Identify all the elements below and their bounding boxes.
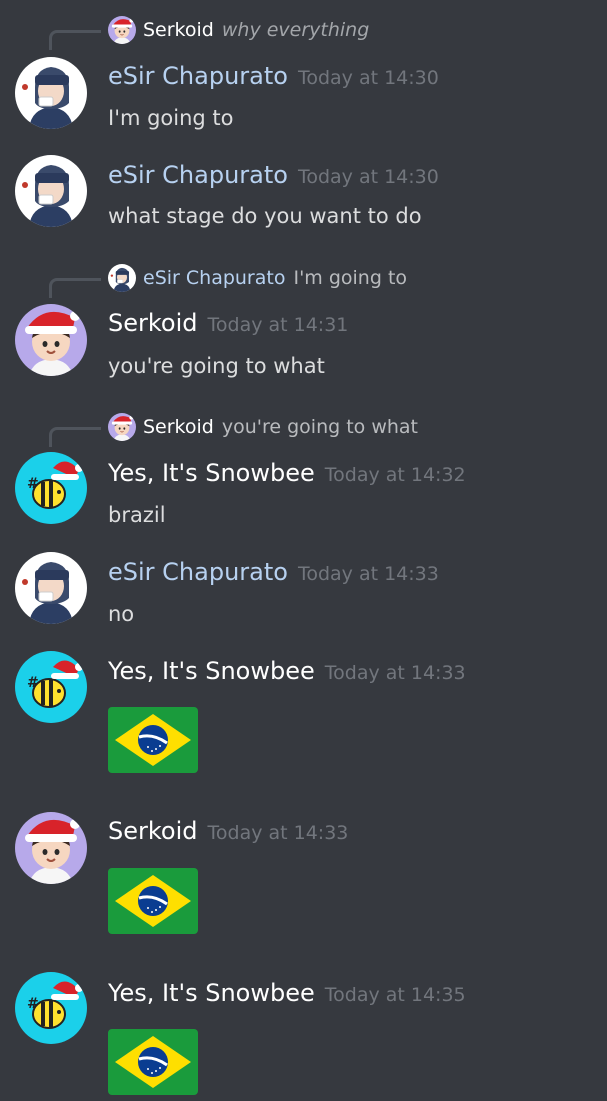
message-header: eSir Chapurato Today at 14:30 (108, 62, 439, 90)
timestamp[interactable]: Today at 14:30 (298, 67, 439, 89)
esir-avatar-icon[interactable] (15, 155, 87, 227)
message-header: Yes, It's Snowbee Today at 14:35 (108, 979, 466, 1007)
timestamp[interactable]: Today at 14:32 (325, 464, 466, 486)
reply-author[interactable]: eSir Chapurato (143, 267, 285, 289)
message-content: you're going to what (108, 354, 325, 378)
serkoid-avatar-icon[interactable] (15, 812, 87, 884)
author-name[interactable]: Yes, It's Snowbee (108, 459, 315, 487)
timestamp[interactable]: Today at 14:35 (325, 984, 466, 1006)
esir-avatar-icon[interactable] (15, 57, 87, 129)
timestamp[interactable]: Today at 14:31 (208, 314, 349, 336)
message-content: brazil (108, 503, 166, 527)
esir-avatar-icon[interactable] (108, 264, 136, 292)
message-header: Yes, It's Snowbee Today at 14:33 (108, 657, 466, 685)
reply-spine (49, 427, 101, 447)
serkoid-avatar-icon[interactable] (108, 413, 136, 441)
reply-author[interactable]: Serkoid (143, 416, 214, 438)
author-name[interactable]: Yes, It's Snowbee (108, 979, 315, 1007)
timestamp[interactable]: Today at 14:33 (325, 662, 466, 684)
snowbee-avatar-icon[interactable] (15, 972, 87, 1044)
serkoid-avatar-icon[interactable] (15, 304, 87, 376)
message-content: no (108, 602, 135, 626)
message-content: I'm going to (108, 106, 234, 130)
reply-preview[interactable]: Serkoid you're going to what (108, 414, 418, 440)
message-header: Yes, It's Snowbee Today at 14:32 (108, 459, 466, 487)
message-header: eSir Chapurato Today at 14:30 (108, 161, 439, 189)
timestamp[interactable]: Today at 14:33 (208, 822, 349, 844)
timestamp[interactable]: Today at 14:30 (298, 166, 439, 188)
esir-avatar-icon[interactable] (15, 552, 87, 624)
reply-preview[interactable]: eSir Chapurato I'm going to (108, 265, 407, 291)
author-name[interactable]: Yes, It's Snowbee (108, 657, 315, 685)
author-name[interactable]: eSir Chapurato (108, 558, 288, 586)
brazil-flag-icon[interactable] (108, 868, 198, 934)
author-name[interactable]: eSir Chapurato (108, 161, 288, 189)
reply-spine (49, 278, 101, 298)
reply-spine (49, 30, 101, 50)
reply-preview[interactable]: Serkoid why everything (108, 17, 369, 43)
message-header: eSir Chapurato Today at 14:33 (108, 558, 439, 586)
brazil-flag-icon[interactable] (108, 707, 198, 773)
reply-text[interactable]: I'm going to (293, 267, 407, 289)
reply-text[interactable]: why everything (222, 19, 369, 41)
snowbee-avatar-icon[interactable] (15, 452, 87, 524)
author-name[interactable]: Serkoid (108, 309, 198, 337)
snowbee-avatar-icon[interactable] (15, 651, 87, 723)
reply-author[interactable]: Serkoid (143, 19, 214, 41)
message-header: Serkoid Today at 14:33 (108, 817, 348, 845)
brazil-flag-icon[interactable] (108, 1029, 198, 1095)
author-name[interactable]: eSir Chapurato (108, 62, 288, 90)
reply-text[interactable]: you're going to what (222, 416, 418, 438)
message-content: what stage do you want to do (108, 204, 422, 228)
message-header: Serkoid Today at 14:31 (108, 309, 348, 337)
serkoid-avatar-icon[interactable] (108, 16, 136, 44)
timestamp[interactable]: Today at 14:33 (298, 563, 439, 585)
author-name[interactable]: Serkoid (108, 817, 198, 845)
